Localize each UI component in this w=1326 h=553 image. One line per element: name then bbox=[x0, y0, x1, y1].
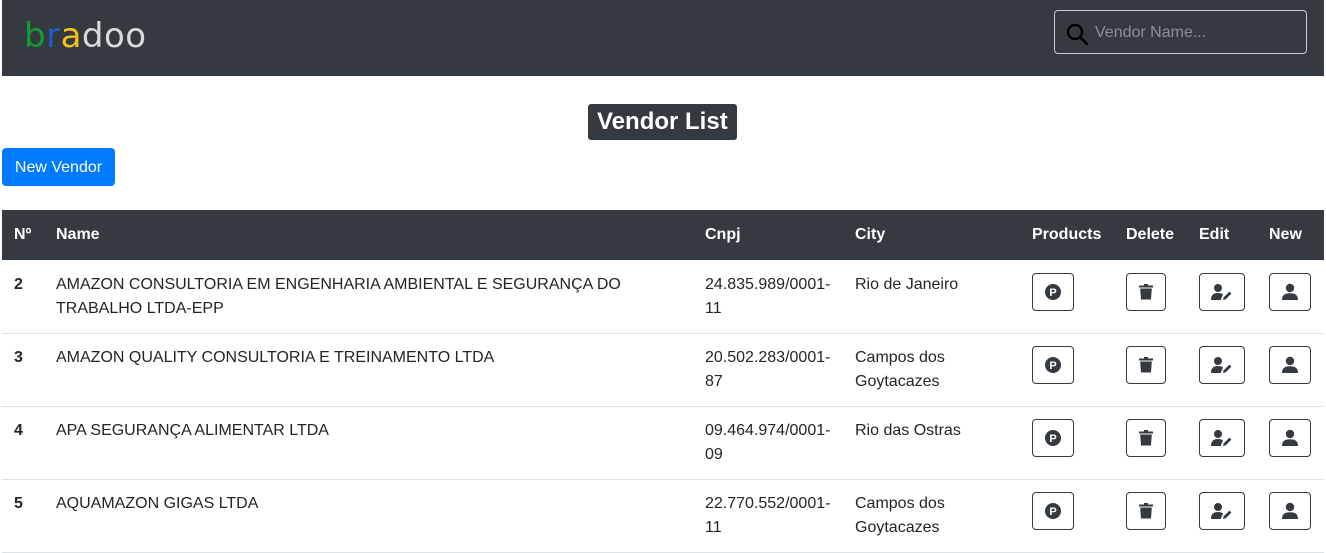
products-button[interactable]: P bbox=[1032, 346, 1074, 384]
user-edit-icon bbox=[1211, 430, 1232, 446]
col-header-new: New bbox=[1269, 226, 1302, 243]
row-number: 3 bbox=[14, 349, 23, 366]
edit-button[interactable] bbox=[1199, 492, 1245, 530]
search-icon bbox=[1066, 23, 1089, 46]
vendor-name: AMAZON CONSULTORIA EM ENGENHARIA AMBIENT… bbox=[56, 276, 621, 317]
edit-button[interactable] bbox=[1199, 419, 1245, 457]
product-p-icon: P bbox=[1045, 503, 1061, 519]
vendor-cnpj: 22.770.552/0001-11 bbox=[705, 495, 831, 536]
table-row: 2 AMAZON CONSULTORIA EM ENGENHARIA AMBIE… bbox=[2, 261, 1324, 334]
user-icon bbox=[1282, 356, 1298, 373]
user-icon bbox=[1282, 429, 1298, 446]
delete-button[interactable] bbox=[1126, 346, 1166, 384]
new-contact-button[interactable] bbox=[1269, 419, 1311, 457]
vendor-name: AMAZON QUALITY CONSULTORIA E TREINAMENTO… bbox=[56, 349, 495, 366]
delete-button[interactable] bbox=[1126, 273, 1166, 311]
logo-letters-doo: doo bbox=[81, 16, 147, 56]
products-button[interactable]: P bbox=[1032, 492, 1074, 530]
vendor-search-input[interactable] bbox=[1093, 17, 1297, 49]
logo-letter-a: a bbox=[60, 16, 82, 56]
svg-text:P: P bbox=[1049, 506, 1056, 518]
logo-letter-r: r bbox=[46, 16, 61, 56]
vendor-cnpj: 20.502.283/0001-87 bbox=[705, 349, 831, 390]
user-edit-icon bbox=[1211, 284, 1232, 300]
bradoo-logo[interactable]: b r a doo bbox=[24, 16, 147, 56]
page-title: Vendor List bbox=[588, 104, 737, 140]
col-header-cnpj: Cnpj bbox=[705, 226, 741, 243]
user-icon bbox=[1282, 502, 1298, 519]
vendor-cnpj: 24.835.989/0001-11 bbox=[705, 276, 831, 317]
navbar: b r a doo bbox=[2, 0, 1324, 76]
vendor-name: AQUAMAZON GIGAS LTDA bbox=[56, 495, 259, 512]
table-row: 3 AMAZON QUALITY CONSULTORIA E TREINAMEN… bbox=[2, 334, 1324, 407]
new-contact-button[interactable] bbox=[1269, 346, 1311, 384]
product-p-icon: P bbox=[1045, 357, 1061, 373]
row-number: 2 bbox=[14, 276, 23, 293]
products-button[interactable]: P bbox=[1032, 419, 1074, 457]
vendor-city: Campos dos Goytacazes bbox=[855, 349, 945, 390]
trash-icon bbox=[1139, 503, 1153, 519]
col-header-edit: Edit bbox=[1199, 226, 1230, 243]
logo-letter-b: b bbox=[24, 16, 47, 56]
user-edit-icon bbox=[1211, 503, 1232, 519]
new-contact-button[interactable] bbox=[1269, 273, 1311, 311]
delete-button[interactable] bbox=[1126, 492, 1166, 530]
search-box bbox=[1054, 10, 1307, 54]
svg-text:P: P bbox=[1049, 433, 1056, 445]
col-header-products: Products bbox=[1032, 226, 1102, 243]
edit-button[interactable] bbox=[1199, 273, 1245, 311]
product-p-icon: P bbox=[1045, 430, 1061, 446]
col-header-name: Name bbox=[56, 226, 100, 243]
col-header-city: City bbox=[855, 226, 886, 243]
user-icon bbox=[1282, 283, 1298, 300]
new-contact-button[interactable] bbox=[1269, 492, 1311, 530]
trash-icon bbox=[1139, 430, 1153, 446]
products-button[interactable]: P bbox=[1032, 273, 1074, 311]
user-edit-icon bbox=[1211, 357, 1232, 373]
col-header-delete: Delete bbox=[1126, 226, 1175, 243]
vendor-cnpj: 09.464.974/0001-09 bbox=[705, 422, 831, 463]
row-number: 5 bbox=[14, 495, 23, 512]
vendor-name: APA SEGURANÇA ALIMENTAR LTDA bbox=[56, 422, 329, 439]
svg-text:P: P bbox=[1049, 287, 1056, 299]
svg-text:P: P bbox=[1049, 360, 1056, 372]
row-number: 4 bbox=[14, 422, 23, 439]
table-row: 4 APA SEGURANÇA ALIMENTAR LTDA 09.464.97… bbox=[2, 407, 1324, 480]
vendor-city: Campos dos Goytacazes bbox=[855, 495, 945, 536]
col-header-number: Nº bbox=[14, 226, 32, 243]
trash-icon bbox=[1139, 284, 1153, 300]
new-vendor-button[interactable]: New Vendor bbox=[2, 148, 115, 186]
product-p-icon: P bbox=[1045, 284, 1061, 300]
delete-button[interactable] bbox=[1126, 419, 1166, 457]
table-header: Nº Name Cnpj City Products Delete Edit N… bbox=[2, 210, 1324, 260]
vendor-city: Rio das Ostras bbox=[855, 422, 961, 439]
table-row: 5 AQUAMAZON GIGAS LTDA 22.770.552/0001-1… bbox=[2, 480, 1324, 553]
edit-button[interactable] bbox=[1199, 346, 1245, 384]
vendor-city: Rio de Janeiro bbox=[855, 276, 959, 293]
trash-icon bbox=[1139, 357, 1153, 373]
